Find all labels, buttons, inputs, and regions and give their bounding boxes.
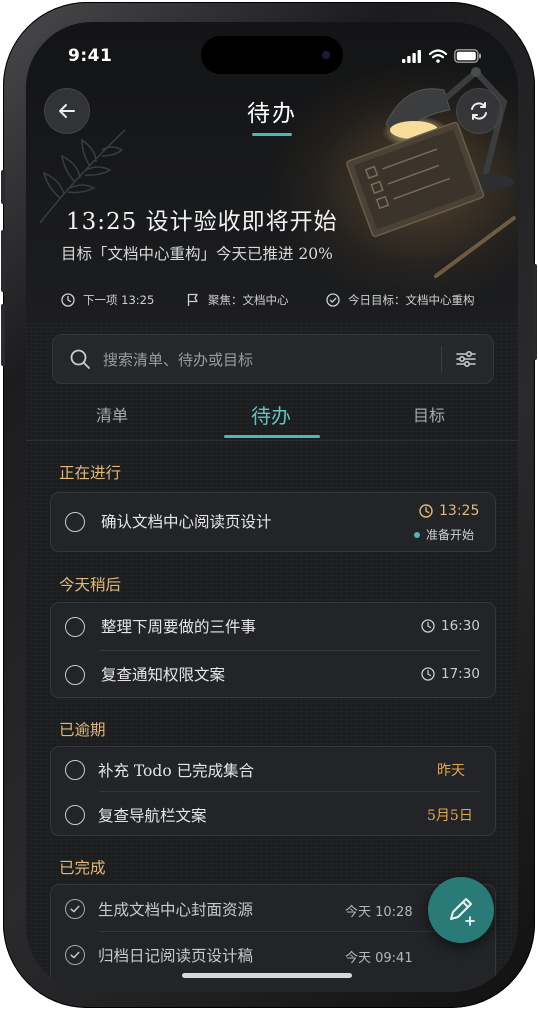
refresh-icon xyxy=(471,102,487,120)
task-time: 今天 10:28 xyxy=(345,905,413,920)
search-bar[interactable]: 搜索清单、待办或目标 xyxy=(52,334,494,384)
action-button xyxy=(1,170,5,204)
volume-down-button xyxy=(1,304,5,366)
clock-icon xyxy=(419,504,433,518)
title-underline xyxy=(252,133,292,136)
app-screen: 9:41 待办 13:25 设计验收即将开始 目标「文档中心重构」今天已推进 2… xyxy=(26,22,518,992)
clock-icon xyxy=(421,667,435,681)
task-checkbox[interactable] xyxy=(65,760,85,780)
task-row[interactable]: 整理下周要做的三件事 16:30 xyxy=(51,603,495,650)
meta-focus-label: 聚焦：文档中心 xyxy=(208,293,289,307)
hero-headline: 13:25 设计验收即将开始 xyxy=(66,209,338,235)
status-dot xyxy=(414,531,420,538)
section-overdue-title: 已逾期 xyxy=(59,721,106,739)
task-time: 今天 09:41 xyxy=(345,951,413,966)
tab-bar: 清单 待办 目标 xyxy=(26,394,518,441)
active-tab-indicator xyxy=(224,435,320,438)
task-label: 复查导航栏文案 xyxy=(98,807,207,825)
section-completed-title: 已完成 xyxy=(59,859,106,877)
task-checkbox[interactable] xyxy=(65,665,85,685)
tab-list[interactable]: 清单 xyxy=(96,402,128,426)
task-label: 补充 Todo 已完成集合 xyxy=(98,762,255,780)
page-title: 待办 xyxy=(247,101,297,127)
search-divider xyxy=(441,346,442,372)
task-row[interactable]: 确认文档中心阅读页设计 13:25 准备开始 xyxy=(51,493,495,551)
task-checkbox-checked[interactable] xyxy=(65,945,85,965)
task-label: 整理下周要做的三件事 xyxy=(101,618,257,636)
front-camera xyxy=(322,51,330,59)
section-later-today-title: 今天稍后 xyxy=(59,576,122,594)
task-time: 13:25 xyxy=(419,503,479,519)
task-row[interactable]: 复查通知权限文案 17:30 xyxy=(51,650,495,697)
home-indicator[interactable] xyxy=(182,973,352,978)
filter-icon[interactable] xyxy=(455,348,477,370)
overdue-card: 补充 Todo 已完成集合 昨天 复查导航栏文案 5月5日 xyxy=(50,746,496,836)
wifi-icon xyxy=(429,49,447,63)
new-task-button[interactable] xyxy=(428,877,494,943)
task-label: 复查通知权限文案 xyxy=(101,666,226,684)
meta-focus: 聚焦：文档中心 xyxy=(186,290,289,310)
task-label: 归档日记阅读页设计稿 xyxy=(98,947,254,965)
meta-next-label: 下一项 13:25 xyxy=(83,293,155,307)
in-progress-card: 确认文档中心阅读页设计 13:25 准备开始 xyxy=(50,492,496,552)
task-time-value: 17:30 xyxy=(441,666,480,682)
tab-todo[interactable]: 待办 xyxy=(251,400,291,429)
battery-icon xyxy=(454,49,481,63)
meta-goal: 今日目标：文档中心重构 xyxy=(326,290,475,310)
check-circle-icon xyxy=(326,293,340,307)
refresh-button[interactable] xyxy=(456,88,502,134)
later-today-card: 整理下周要做的三件事 16:30 复查通知权限文案 17:30 xyxy=(50,602,496,698)
task-row[interactable]: 复查导航栏文案 5月5日 xyxy=(51,791,495,835)
flag-icon xyxy=(187,293,198,306)
tab-goal[interactable]: 目标 xyxy=(413,402,445,426)
task-row[interactable]: 归档日记阅读页设计稿 今天 09:41 xyxy=(51,931,495,977)
power-button xyxy=(533,264,537,360)
pencil-plus-icon xyxy=(450,898,475,926)
clock-icon xyxy=(61,293,75,307)
clock-icon xyxy=(421,619,435,633)
task-due: 昨天 xyxy=(437,763,465,779)
task-label: 确认文档中心阅读页设计 xyxy=(101,513,272,531)
hero-subline: 目标「文档中心重构」今天已推进 20% xyxy=(61,245,333,263)
search-placeholder: 搜索清单、待办或目标 xyxy=(103,351,254,369)
meta-next: 下一项 13:25 xyxy=(61,290,154,310)
phone-frame: 9:41 待办 13:25 设计验收即将开始 目标「文档中心重构」今天已推进 2… xyxy=(1,2,537,1008)
checkmark-icon xyxy=(70,905,80,913)
task-checkbox-checked[interactable] xyxy=(65,899,85,919)
task-time: 16:30 xyxy=(421,618,480,634)
task-time-value: 13:25 xyxy=(439,503,480,519)
task-status: 准备开始 xyxy=(414,526,474,543)
task-checkbox[interactable] xyxy=(65,512,85,532)
task-time: 17:30 xyxy=(421,666,480,682)
task-time-value: 16:30 xyxy=(441,618,480,634)
task-status-label: 准备开始 xyxy=(426,528,475,542)
task-checkbox[interactable] xyxy=(65,617,85,637)
checkmark-icon xyxy=(70,951,80,959)
search-icon xyxy=(70,349,90,369)
task-row[interactable]: 补充 Todo 已完成集合 昨天 xyxy=(51,747,495,791)
status-time: 9:41 xyxy=(68,46,113,66)
task-due: 5月5日 xyxy=(427,808,473,824)
signal-icon xyxy=(402,50,421,63)
task-label: 生成文档中心封面资源 xyxy=(98,901,254,919)
section-in-progress-title: 正在进行 xyxy=(59,464,122,482)
task-checkbox[interactable] xyxy=(65,805,85,825)
meta-goal-label: 今日目标：文档中心重构 xyxy=(348,293,475,307)
volume-up-button xyxy=(1,230,5,292)
